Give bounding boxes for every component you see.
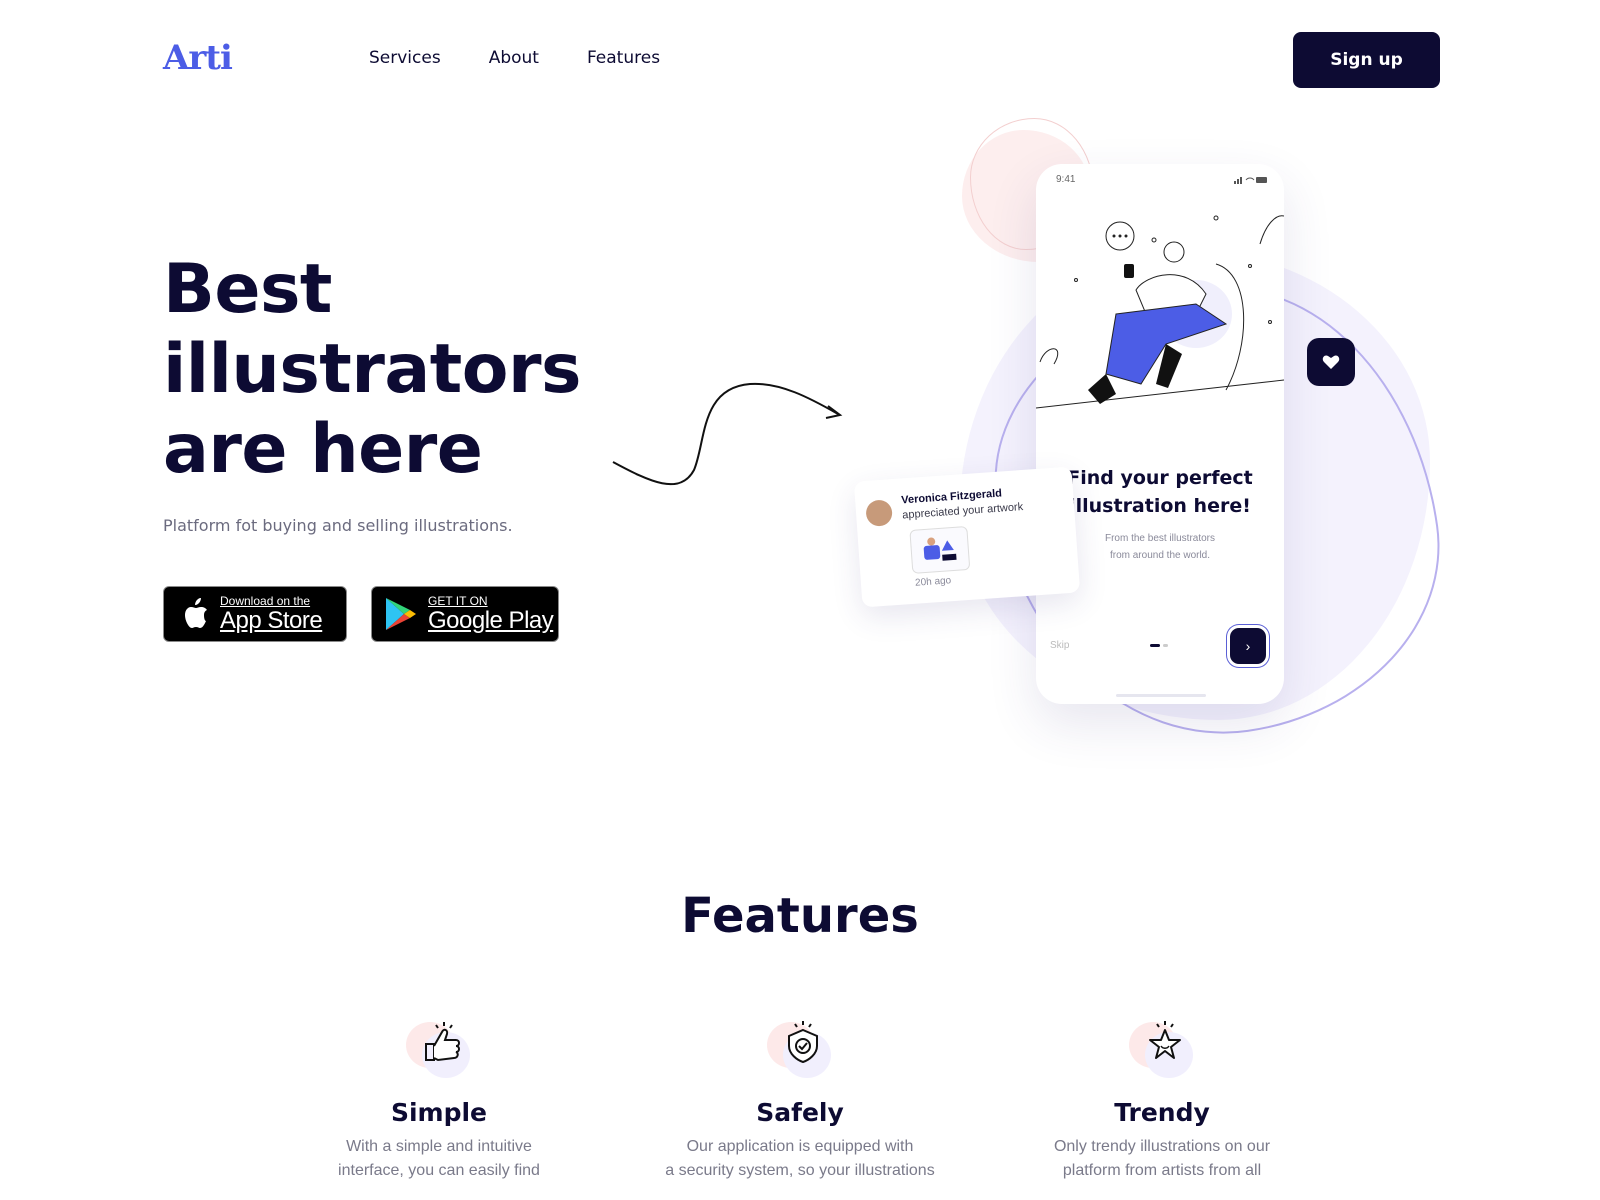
decorative-arrow [612, 382, 843, 486]
hero-title: Best illustrators are here [163, 250, 683, 490]
phone-next-button[interactable]: › [1230, 628, 1266, 664]
hero-subtitle: Platform fot buying and selling illustra… [163, 516, 513, 535]
nav-about[interactable]: About [489, 48, 539, 68]
phone-title-line-2: illustration here! [1069, 495, 1251, 517]
google-play-small: GET IT ON [428, 594, 488, 608]
feature-desc-simple-2: interface, you can easily find [338, 1162, 540, 1179]
app-store-big: App Store [220, 607, 323, 634]
artwork-image [923, 537, 957, 561]
logo[interactable]: Arti [163, 38, 233, 78]
google-play-icon [386, 598, 416, 630]
hero-title-line-2: illustrators [163, 330, 581, 409]
nav-services[interactable]: Services [369, 48, 441, 68]
feature-desc-trendy: Only trendy illustrations on our platfor… [1002, 1135, 1322, 1183]
feature-title-trendy: Trendy [1114, 1098, 1210, 1127]
feature-icon-wrap [404, 1012, 474, 1078]
star-icon [1149, 1021, 1181, 1059]
feature-desc-trendy-1: Only trendy illustrations on our [1053, 1138, 1271, 1155]
phone-subtitle-line-2: from around the world. [1109, 550, 1211, 561]
feature-trendy: Trendy Only trendy illustrations on our … [1002, 1012, 1322, 1183]
phone-subtitle-line-1: From the best illustrators [1104, 533, 1216, 544]
feature-desc-simple-1: With a simple and intuitive [346, 1138, 532, 1155]
feature-safely: Safely Our application is equipped with … [640, 1012, 960, 1183]
notification-time: 20h ago [914, 575, 952, 589]
person-illustration [1036, 215, 1284, 409]
hero-title-line-3: are here [163, 410, 483, 489]
thumbs-up-icon [425, 1022, 460, 1062]
main-nav: Services About Features [369, 48, 708, 68]
signup-button[interactable]: Sign up [1293, 32, 1440, 88]
feature-desc-safely-2: a security system, so your illustrations [665, 1162, 935, 1179]
phone-time: 9:41 [1056, 174, 1076, 185]
feature-icon-wrap [1127, 1012, 1197, 1078]
app-store-button[interactable]: Download on the App Store [163, 586, 347, 642]
feature-desc-safely-1: Our application is equipped with [686, 1138, 914, 1155]
features-title: Features [681, 888, 919, 944]
feature-title-safely: Safely [756, 1098, 844, 1127]
nav-features[interactable]: Features [587, 48, 660, 68]
page-indicator [1150, 644, 1168, 647]
feature-desc-safely: Our application is equipped with a secur… [640, 1135, 960, 1183]
hero-title-line-1: Best [163, 250, 332, 329]
shield-check-icon [788, 1021, 818, 1064]
feature-title-simple: Simple [390, 1098, 488, 1127]
status-icons [1234, 177, 1267, 184]
feature-icon-wrap [765, 1012, 835, 1078]
phone-skip-link[interactable]: Skip [1050, 640, 1069, 651]
heart-icon [1322, 355, 1340, 369]
google-play-button[interactable]: GET IT ON Google Play [371, 586, 559, 642]
feature-desc-trendy-2: platform from artists from all [1062, 1162, 1262, 1179]
google-play-big: Google Play [428, 607, 554, 634]
feature-simple: Simple With a simple and intuitive inter… [279, 1012, 599, 1183]
feature-desc-simple: With a simple and intuitive interface, y… [279, 1135, 599, 1183]
phone-title-line-1: Find your perfect [1067, 467, 1253, 489]
heart-button[interactable] [1307, 338, 1355, 386]
avatar [865, 499, 893, 527]
notification-card: Veronica Fitzgerald appreciated your art… [853, 466, 1081, 608]
app-store-small: Download on the [220, 594, 311, 608]
apple-icon [185, 598, 207, 628]
home-indicator [1116, 694, 1206, 697]
phone-mockup: 9:41 Find your perfect illustration here… [1036, 164, 1284, 704]
artwork-thumbnail [909, 525, 971, 574]
